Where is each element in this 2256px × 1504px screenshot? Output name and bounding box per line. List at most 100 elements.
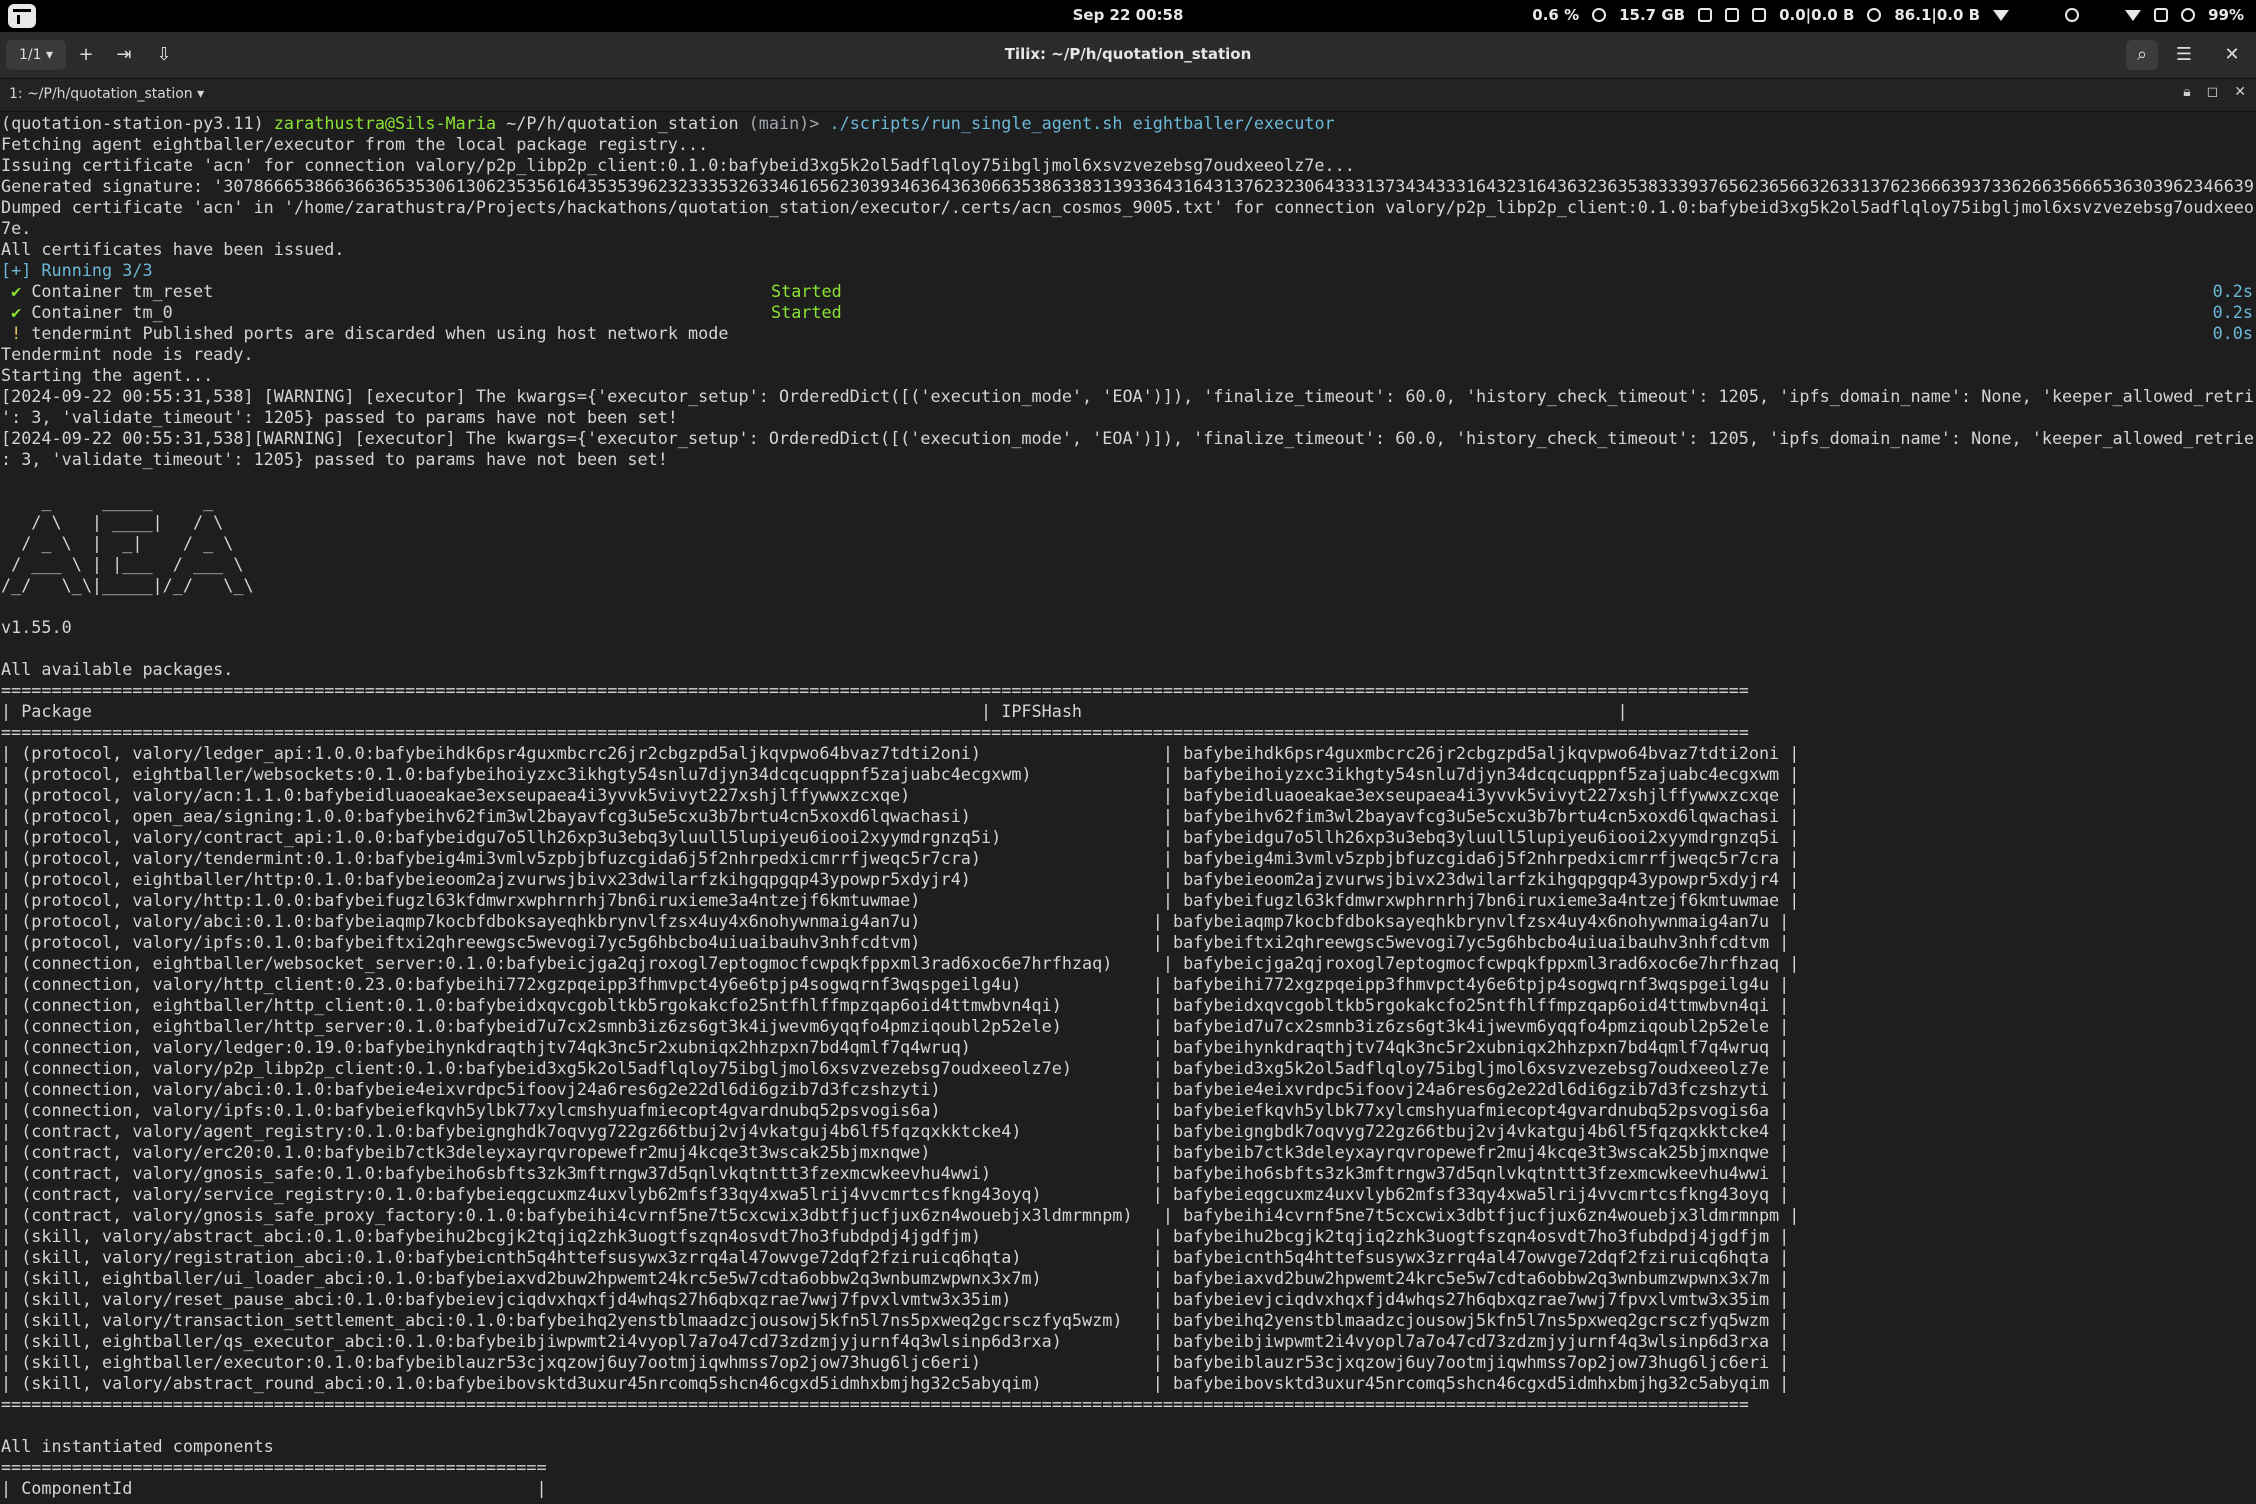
table-row: | (connection, valory/p2p_libp2p_client:…: [1, 1058, 1790, 1078]
accessibility-icon[interactable]: [2065, 8, 2080, 22]
table-row: | (protocol, valory/contract_api:1.0.0:b…: [1, 827, 1800, 847]
prompt-command: ./scripts/run_single_agent.sh eightballe…: [829, 113, 1335, 133]
prompt-line: (quotation-station-py3.11) zarathustra@S…: [1, 113, 2255, 134]
output-line: 7e.: [1, 218, 32, 238]
window-titlebar: 1/1 ▾ + ⇥ ⇩ Tilix: ~/P/h/quotation_stati…: [0, 32, 2256, 79]
log-line: / ___ \ | |___ / ___ \: [1, 554, 244, 574]
log-line: /_/ \_\|_____|/_/ \_\: [1, 575, 254, 595]
log-line: [2024-09-22 00:55:31,538][WARNING] [exec…: [1, 428, 2255, 448]
table-row: | (contract, valory/gnosis_safe_proxy_fa…: [1, 1205, 1800, 1225]
table-row: | (contract, valory/agent_registry:0.1.0…: [1, 1121, 1790, 1141]
wifi-icon[interactable]: [2125, 9, 2142, 21]
output-line: All certificates have been issued.: [1, 239, 345, 259]
table-row: | (skill, valory/abstract_abci:0.1.0:baf…: [1, 1226, 1790, 1246]
log-line: All available packages.: [1, 659, 234, 679]
system-tray: 0.6 % 15.7 GB 0.0|0.0 B 86.1|0.0 B 99%: [1532, 6, 2244, 24]
terminal-controls: 🔒︎ ◻ ✕: [2183, 84, 2246, 100]
table-rule-top: ========================================…: [1, 680, 1749, 700]
container-label: tendermint Published ports are discarded…: [31, 323, 729, 343]
output-block: Fetching agent eightballer/executor from…: [1, 134, 2255, 260]
network-usage[interactable]: 86.1|0.0 B: [1894, 6, 1980, 24]
table-row: | (skill, valory/abstract_round_abci:0.1…: [1, 1373, 1790, 1393]
components-block: All instantiated components =============…: [1, 1415, 2255, 1499]
log-line: / \ | ____| / \: [1, 512, 224, 532]
table-row: | (connection, eightballer/http_server:0…: [1, 1016, 1790, 1036]
table-row: | (protocol, valory/ledger_api:1.0.0:baf…: [1, 743, 1800, 763]
prompt-branch: (main)>: [738, 113, 830, 133]
disk-usage[interactable]: 0.0|0.0 B: [1779, 6, 1854, 24]
compose-status-list: ✔ Container tm_reset Started 0.2s ✔ Contai…: [1, 281, 2255, 344]
container-time: 0.2s: [2212, 302, 2253, 322]
table-row: | (protocol, eightballer/websockets:0.1.…: [1, 764, 1800, 784]
table-row: | (connection, eightballer/http_client:0…: [1, 995, 1790, 1015]
log-line: [2024-09-22 00:55:31,538] [WARNING] [exe…: [1, 386, 2255, 406]
table-row: | (connection, valory/ipfs:0.1.0:bafybei…: [1, 1100, 1790, 1120]
table-row: | (protocol, valory/http:1.0.0:bafybeifu…: [1, 890, 1800, 910]
table-row: | (protocol, open_aea/signing:1.0.0:bafy…: [1, 806, 1800, 826]
maximize-icon[interactable]: ◻: [2207, 84, 2219, 100]
table-row: | (protocol, valory/abci:0.1.0:bafybeiaq…: [1, 911, 1790, 931]
log-line: v1.55.0: [1, 617, 72, 637]
container-time: 0.0s: [2212, 323, 2253, 343]
table-row: | (skill, valory/registration_abci:0.1.0…: [1, 1247, 1790, 1267]
container-label: Container tm_0: [31, 302, 173, 322]
terminal-output[interactable]: (quotation-station-py3.11) zarathustra@S…: [1, 113, 2255, 1504]
read-only-icon[interactable]: 🔒︎: [2183, 84, 2190, 100]
prompt-user-host: zarathustra@Sils-Maria: [273, 113, 497, 133]
output-line: Fetching agent eightballer/executor from…: [1, 134, 709, 154]
terminal-title-bar: 1: ~/P/h/quotation_station ▾ 🔒︎ ◻ ✕: [0, 79, 2256, 112]
prompt-path: ~/P/h/quotation_station: [496, 113, 739, 133]
terminal-title-label: 1: ~/P/h/quotation_station: [9, 86, 193, 102]
log-line: ': 3, 'validate_timeout': 1205} passed t…: [1, 407, 678, 427]
table-row: | (protocol, valory/acn:1.1.0:bafybeidlu…: [1, 785, 1800, 805]
memory-usage[interactable]: 15.7 GB: [1619, 6, 1685, 24]
agent-log-block: Tendermint node is ready. Starting the ag…: [1, 344, 2255, 680]
log-line: : 3, 'validate_timeout': 1205} passed to…: [1, 449, 668, 469]
output-line: Generated signature: '307866653866366365…: [1, 176, 2255, 196]
container-label: Container tm_reset: [31, 281, 214, 301]
table-row: | (contract, valory/service_registry:0.1…: [1, 1184, 1790, 1204]
table-row: | (connection, valory/abci:0.1.0:bafybei…: [1, 1079, 1790, 1099]
chevron-down-icon[interactable]: [1993, 9, 2010, 21]
log-line: / _ \ | _| / _ \: [1, 533, 234, 553]
close-terminal-icon[interactable]: ✕: [2234, 84, 2246, 100]
menu-icon[interactable]: ☰: [2168, 40, 2200, 70]
container-status-row: ✔ Container tm_0 Started 0.2s: [1, 302, 2255, 323]
search-icon[interactable]: ⌕: [2126, 40, 2158, 70]
cpu-usage[interactable]: 0.6 %: [1532, 6, 1579, 24]
system-top-bar: Sep 22 00:58 0.6 % 15.7 GB 0.0|0.0 B 86.…: [0, 0, 2256, 32]
output-line: | ComponentId |: [1, 1478, 547, 1498]
container-time: 0.2s: [2212, 281, 2253, 301]
container-state: Started: [771, 281, 842, 301]
disk-icon: [1752, 8, 1767, 22]
table-row: | (contract, valory/erc20:0.1.0:bafybeib…: [1, 1142, 1790, 1162]
table-row: | (connection, valory/http_client:0.23.0…: [1, 974, 1790, 994]
battery-level[interactable]: 99%: [2208, 6, 2244, 24]
warning-icon: !: [11, 323, 22, 343]
compose-running: [+] Running 3/3: [1, 260, 153, 280]
table-rule-header: ========================================…: [1, 722, 1749, 742]
table-row: | (skill, eightballer/executor:0.1.0:baf…: [1, 1352, 1790, 1372]
container-status-row: ! tendermint Published ports are discard…: [1, 323, 2255, 344]
output-line: All instantiated components: [1, 1436, 274, 1456]
terminal-title[interactable]: 1: ~/P/h/quotation_station ▾: [9, 86, 204, 102]
output-line: Issuing certificate 'acn' for connection…: [1, 155, 1355, 175]
table-row: | (skill, eightballer/ui_loader_abci:0.1…: [1, 1268, 1790, 1288]
storage-icon: [1725, 8, 1740, 22]
table-row: | (contract, valory/gnosis_safe:0.1.0:ba…: [1, 1163, 1790, 1183]
close-icon[interactable]: ✕: [2216, 40, 2248, 70]
window-title: Tilix: ~/P/h/quotation_station: [1004, 45, 1252, 63]
log-line: Tendermint node is ready.: [1, 344, 254, 364]
log-line: _ _____ _: [1, 491, 214, 511]
container-status-row: ✔ Container tm_reset Started 0.2s: [1, 281, 2255, 302]
check-icon: ✔: [11, 302, 22, 322]
table-row: | (skill, valory/transaction_settlement_…: [1, 1310, 1790, 1330]
volume-icon[interactable]: [2154, 8, 2169, 22]
container-state: Started: [771, 302, 842, 322]
power-icon[interactable]: [2181, 8, 2196, 22]
table-row: | (skill, valory/reset_pause_abci:0.1.0:…: [1, 1289, 1790, 1309]
